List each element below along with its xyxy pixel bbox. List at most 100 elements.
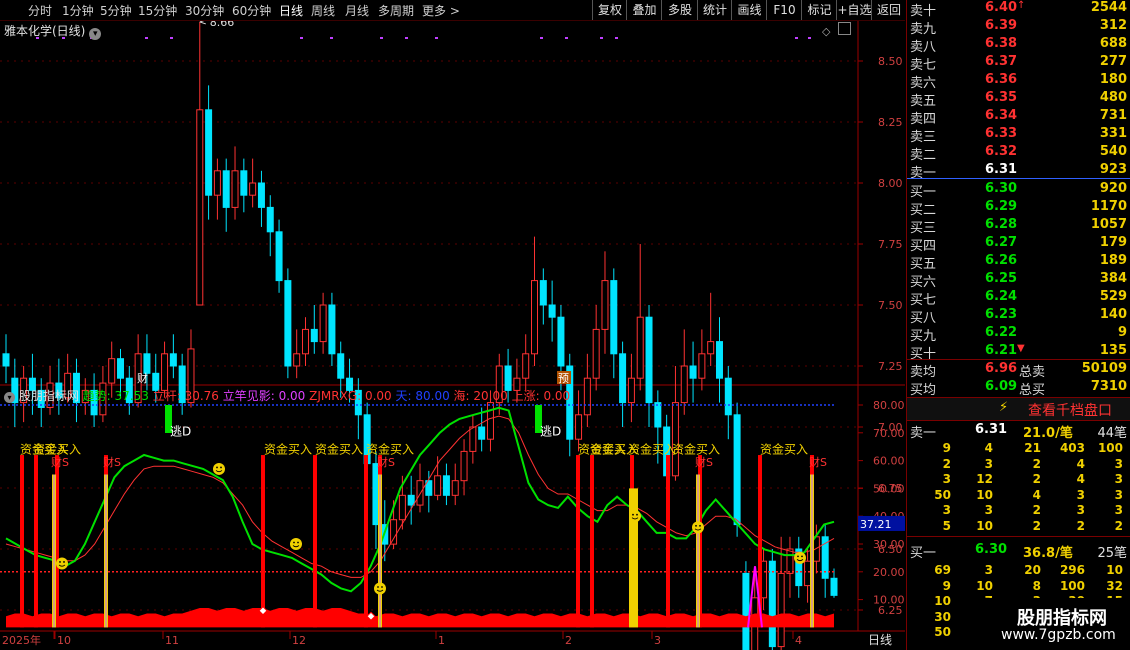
top-marker-4 [170,37,173,39]
candle-body-44 [390,519,398,545]
period-tab-6[interactable]: 日线 [279,2,303,19]
ask-row-7: 卖三 6.33 331 [910,126,1127,145]
candle-body-77 [680,365,688,404]
period-tab-2[interactable]: 5分钟 [100,2,132,19]
signal-bar-6 [364,455,368,628]
candle-body-28 [249,182,257,196]
period-tab-8[interactable]: 月线 [345,2,369,19]
candle-body-71 [627,377,635,404]
period-tab-0[interactable]: 分时 [28,2,52,19]
price-tick-4: 7.50 [878,299,903,312]
diamond-icon[interactable]: ◇ [822,25,830,38]
indicator-menu-icon[interactable]: ▾ [4,392,15,403]
candle-body-92 [812,536,820,562]
price-tick-0: 8.50 [878,55,903,68]
indicator-tick-2: 60.00 [873,455,905,468]
candle-body-67 [592,328,600,379]
candle-body-78 [689,365,697,379]
candle-body-33 [293,353,301,367]
depth-link-bar[interactable]: ⚡ 查看千档盘口 [907,397,1130,421]
toolbar-button-7[interactable]: +自选 [836,0,872,20]
indicator-value-0: 趋势: 37.53 [82,389,149,403]
candle-body-0 [2,353,10,367]
top-marker-12 [600,37,603,39]
signal-bar-11 [666,455,670,628]
date-label-3: 12 [292,634,306,647]
period-tab-7[interactable]: 周线 [311,2,335,19]
candle-body-35 [310,328,318,343]
signal-bar-9 [590,455,594,628]
top-marker-14 [795,37,798,39]
toolbar-button-0[interactable]: 复权 [592,0,627,20]
period-label: 日线 [868,633,892,647]
period-tab-5[interactable]: 60分钟 [232,2,271,19]
sell-queue-row-2: 3 12 2 4 3 [942,472,1123,486]
signal-bar-5 [313,455,317,628]
candle-body-31 [275,231,283,282]
candle-body-69 [610,280,618,355]
candle-body-89 [786,548,794,574]
period-tab-1[interactable]: 1分钟 [62,2,94,19]
toolbar-button-2[interactable]: 多股 [661,0,698,20]
period-tab-3[interactable]: 15分钟 [138,2,177,19]
signal-bar-1 [34,455,38,628]
base-area [6,607,834,628]
sell-queue-row-0: 9 4 21 403 100 [942,441,1123,455]
candle-body-80 [707,341,715,355]
candle-body-25 [222,170,230,208]
price-tick-5: 7.25 [878,360,903,373]
candle-body-34 [301,328,309,355]
ask-row-6: 卖四 6.34 731 [910,108,1127,127]
dropdown-icon[interactable]: ▾ [89,28,102,40]
top-marker-8 [405,37,408,39]
indicator-name: 股朋指标网 [18,389,79,403]
indicator-tick-5: 30.00 [873,538,905,551]
indicator-tick-6: 20.00 [873,566,905,579]
period-tab-4[interactable]: 30分钟 [185,2,224,19]
date-label-4: 1 [438,634,445,647]
buy-signal-4: 资金买入 [366,442,414,457]
bid-row-0: 买一 6.30 920 [910,181,1127,200]
ask-row-0: 卖十 6.40 2544 ↑ [910,0,1127,19]
ask-row-3: 卖七 6.37 277 [910,54,1127,73]
top-marker-6 [330,37,333,39]
lightning-icon: ⚡ [999,400,1009,415]
candle-body-74 [654,402,662,428]
candle-body-88 [777,572,785,648]
date-label-2: 11 [165,634,179,647]
candle-body-73 [645,316,653,404]
high-annotation: 8.66 [210,21,235,29]
smiley-icon-5 [692,521,704,534]
indicator-value-4: 天: 80.00 [391,389,450,403]
sell-queue-row-1: 23243 [942,456,1123,471]
yu-marker: 预 [558,372,569,385]
candle-body-82 [724,377,732,416]
top-marker-7 [380,37,383,39]
toolbar-button-4[interactable]: 画线 [731,0,767,20]
current-value: 37.21 [860,518,892,531]
chart-controls[interactable]: ◇ [822,22,851,38]
buy-signal-2: 资金买入 [264,442,312,457]
sell-queue-row-3: 50 10 4 3 3 [934,487,1123,502]
candle-body-47 [416,480,424,506]
signal-bar-4 [261,455,265,628]
period-tab-10[interactable]: 更多 > [422,2,460,19]
toolbar-button-5[interactable]: F10 [766,0,802,20]
toolbar-button-1[interactable]: 叠加 [626,0,662,20]
period-tab-9[interactable]: 多周期 [378,2,414,19]
indicator-value-2: 立竿见影: 0.00 [218,389,306,403]
toolbar-button-6[interactable]: 标记 [801,0,837,20]
toolbar-button-3[interactable]: 统计 [697,0,732,20]
toolbar-button-8[interactable]: 返回 [871,0,906,20]
candle-body-36 [319,304,327,343]
depth-link[interactable]: 查看千档盘口 [1028,400,1112,420]
date-label-1: 10 [57,634,71,647]
sell1-summary: 卖一 6.31 21.0/笔 44笔 [910,422,1127,441]
cai-signal-4: 财S [809,455,827,469]
indicator-value-6: 上涨: 0.00 [507,389,571,403]
avg-row-1: 买均 6.09 总买 7310 [910,379,1127,398]
candle-body-26 [231,170,239,208]
chart-area[interactable]: 8.508.258.007.757.507.257.006.756.506.25… [0,21,905,650]
ask-row-5: 卖五 6.35 480 [910,90,1127,109]
expand-icon[interactable] [837,22,851,35]
